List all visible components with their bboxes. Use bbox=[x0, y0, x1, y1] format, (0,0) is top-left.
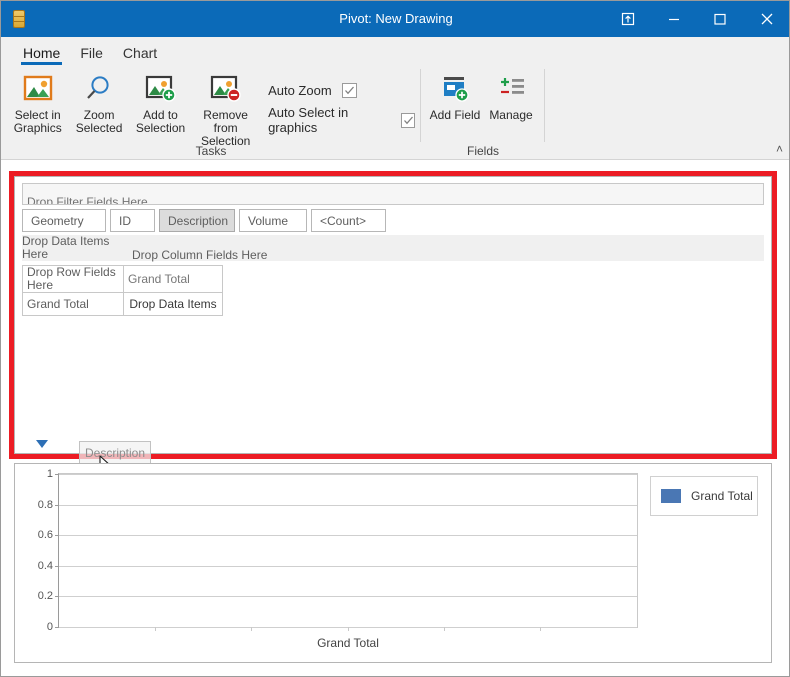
chart-plot-area: 1 0.8 0.6 0.4 0.2 0 bbox=[38, 468, 638, 633]
pivot-drop-zones: Drop Data Items Here Drop Column Fields … bbox=[22, 234, 764, 262]
gridline bbox=[59, 565, 637, 567]
title-bar: Pivot: New Drawing bbox=[1, 1, 789, 37]
picture-remove-icon bbox=[209, 71, 243, 107]
add-to-selection-label: Add to Selection bbox=[135, 108, 186, 135]
window-buttons bbox=[605, 1, 789, 37]
zoom-selected-label: Zoom Selected bbox=[75, 108, 123, 135]
field-button-geometry[interactable]: Geometry bbox=[22, 209, 106, 232]
chart-panel: 1 0.8 0.6 0.4 0.2 0 Grand Total Grand To… bbox=[14, 463, 772, 663]
y-axis-tick-label: 0.8 bbox=[37, 498, 53, 511]
tasks-toggles: Auto Zoom Auto Select in graphics bbox=[260, 69, 416, 135]
grand-total-row-header: Grand Total bbox=[22, 292, 124, 316]
gridline bbox=[59, 474, 637, 475]
field-button-id[interactable]: ID bbox=[110, 209, 155, 232]
y-axis-tick-label: 0.2 bbox=[37, 590, 53, 603]
pivot-grid-row: Drop Row Fields Here Grand Total bbox=[22, 265, 223, 293]
legend-swatch bbox=[661, 489, 681, 503]
column-fields-drop-zone-label: Drop Column Fields Here bbox=[132, 248, 268, 262]
manage-button[interactable]: Manage bbox=[483, 69, 539, 122]
picture-icon bbox=[22, 71, 54, 107]
ribbon-collapse-icon[interactable]: ˄ bbox=[776, 142, 783, 156]
picture-add-icon bbox=[144, 71, 178, 107]
field-button-description-label: Description bbox=[168, 213, 229, 228]
tab-file[interactable]: File bbox=[70, 45, 113, 65]
pivot-grid: Drop Row Fields Here Grand Total Grand T… bbox=[22, 265, 223, 316]
ribbon: Select in Graphics Zoom Selected Add to … bbox=[1, 65, 789, 160]
manage-list-icon bbox=[495, 71, 527, 107]
ribbon-group-fields: Add Field Manage Fields bbox=[421, 65, 545, 160]
field-button-count[interactable]: <Count> bbox=[311, 209, 386, 232]
tasks-group-label: Tasks bbox=[195, 144, 227, 158]
select-in-graphics-button[interactable]: Select in Graphics bbox=[7, 69, 68, 135]
auto-zoom-row: Auto Zoom bbox=[268, 75, 415, 105]
filter-drop-zone-label: Drop Filter Fields Here bbox=[27, 195, 148, 205]
x-axis-label: Grand Total bbox=[317, 636, 379, 650]
y-axis-tick-label: 0.6 bbox=[37, 529, 53, 542]
field-button-volume-label: Volume bbox=[248, 213, 289, 228]
filter-drop-zone[interactable]: Drop Filter Fields Here bbox=[22, 183, 764, 205]
ribbon-divider bbox=[1, 159, 789, 160]
gridline bbox=[59, 504, 637, 506]
row-fields-drop-zone-label: Drop Row Fields Here bbox=[27, 265, 116, 292]
field-button-description[interactable]: Description ▼ bbox=[159, 209, 246, 232]
magnifier-icon bbox=[84, 71, 114, 107]
ribbon-group-tasks: Select in Graphics Zoom Selected Add to … bbox=[1, 65, 421, 160]
fields-group-label: Fields bbox=[466, 144, 499, 158]
auto-select-row: Auto Select in graphics bbox=[268, 105, 416, 135]
field-button-id-label: ID bbox=[119, 213, 131, 228]
field-button-count-label: <Count> bbox=[320, 213, 367, 228]
database-icon bbox=[1, 1, 37, 37]
y-axis-tick-label: 1 bbox=[46, 468, 53, 480]
gridline bbox=[59, 596, 637, 598]
dock-icon[interactable] bbox=[605, 1, 651, 37]
remove-from-selection-button[interactable]: Remove from Selection bbox=[191, 69, 260, 148]
select-in-graphics-label: Select in Graphics bbox=[13, 108, 62, 135]
data-items-cell[interactable]: Drop Data Items bbox=[123, 292, 223, 316]
gridline bbox=[59, 535, 637, 537]
data-items-drop-zone-label: Drop Data Items Here bbox=[22, 234, 110, 261]
add-field-label: Add Field bbox=[429, 108, 481, 122]
drop-indicator-top-icon bbox=[36, 440, 48, 448]
tab-home[interactable]: Home bbox=[13, 45, 70, 65]
pivot-grid-row: Grand Total Drop Data Items bbox=[22, 292, 223, 316]
tab-chart[interactable]: Chart bbox=[113, 45, 167, 65]
legend-label: Grand Total bbox=[691, 489, 753, 503]
y-axis-tick-label: 0 bbox=[46, 621, 53, 633]
minimize-icon[interactable] bbox=[651, 1, 697, 37]
field-button-bar: Geometry ID Description ▼ Volume <Count> bbox=[22, 209, 390, 232]
field-button-volume[interactable]: Volume bbox=[239, 209, 307, 232]
auto-zoom-label: Auto Zoom bbox=[268, 82, 332, 98]
add-field-button[interactable]: Add Field bbox=[427, 69, 483, 122]
close-icon[interactable] bbox=[743, 1, 789, 37]
pivot-table-panel[interactable]: Drop Filter Fields Here Geometry ID Desc… bbox=[14, 176, 772, 477]
field-button-geometry-label: Geometry bbox=[31, 213, 84, 228]
pivot-window: Pivot: New Drawing Home File Chart Selec… bbox=[0, 0, 790, 677]
zoom-selected-button[interactable]: Zoom Selected bbox=[68, 69, 129, 135]
auto-select-in-graphics-label: Auto Select in graphics bbox=[268, 105, 349, 135]
add-to-selection-button[interactable]: Add to Selection bbox=[130, 69, 191, 135]
manage-label: Manage bbox=[489, 108, 533, 122]
auto-zoom-checkbox[interactable] bbox=[341, 82, 357, 98]
grand-total-column-header: Grand Total bbox=[123, 265, 223, 293]
chart-legend: Grand Total bbox=[650, 476, 758, 516]
ribbon-tab-strip: Home File Chart bbox=[1, 37, 789, 65]
remove-from-selection-label: Remove from Selection bbox=[200, 108, 251, 148]
maximize-icon[interactable] bbox=[697, 1, 743, 37]
auto-select-in-graphics-checkbox[interactable] bbox=[401, 112, 416, 128]
field-add-icon bbox=[439, 71, 471, 107]
y-axis-tick-label: 0.4 bbox=[37, 559, 53, 572]
drag-ghost-description: Description bbox=[79, 441, 151, 464]
row-fields-drop-zone[interactable]: Drop Row Fields Here bbox=[22, 265, 124, 293]
